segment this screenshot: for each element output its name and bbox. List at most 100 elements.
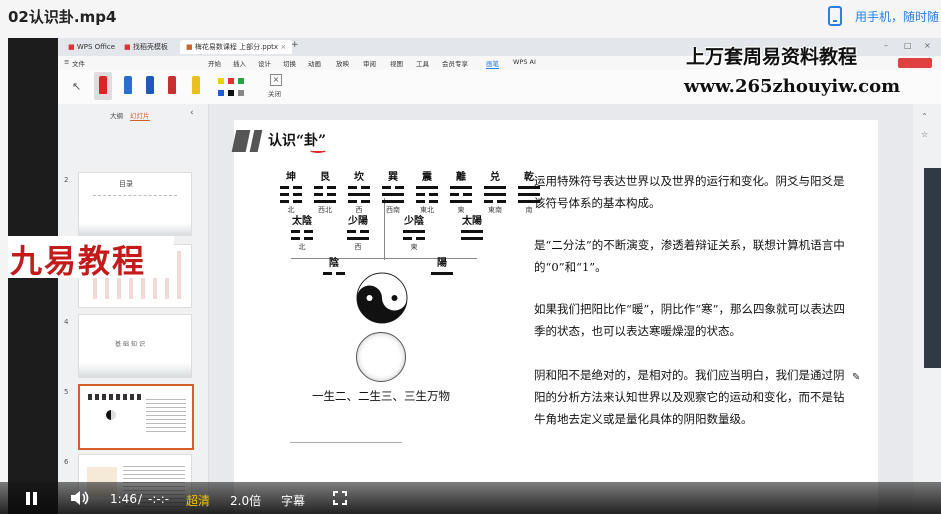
current-slide[interactable]: 认识“卦” 一生二、二生三、三生万物 运用特殊符号表达世界以及世界的运行和变化。… — [231, 120, 878, 514]
video-header: 02认识卦.mp4 用手机，随时随 — [0, 0, 941, 38]
wps-tab-home[interactable]: ■ WPS Office — [62, 40, 121, 54]
yin-line — [314, 193, 336, 196]
menu-icon[interactable]: ≡ — [64, 58, 69, 66]
four-image-name: 少陽 — [348, 216, 368, 227]
star-icon[interactable]: ☆ — [921, 130, 928, 139]
yang-line — [484, 186, 506, 189]
close-tab-icon[interactable]: × — [280, 43, 286, 51]
highlighter-icon[interactable] — [192, 76, 200, 94]
yin-line — [348, 200, 370, 203]
menu-review[interactable]: 审阅 — [363, 58, 376, 68]
four-image-0: 太陰北 — [286, 212, 318, 252]
menu-tools[interactable]: 工具 — [416, 58, 429, 68]
paragraph-3: 如果我们把阳比作“暖”，阴比作“寒”，那么四象就可以表达四季的状态，也可以表达寒… — [534, 302, 846, 338]
subtitle-button[interactable]: 字幕 — [281, 492, 305, 509]
red-pen-icon[interactable] — [99, 76, 107, 94]
divider-line — [290, 442, 402, 443]
pause-icon-bar — [33, 492, 37, 505]
pen-underline-mark — [310, 148, 326, 153]
color-swatch-yellow[interactable] — [218, 78, 224, 84]
dark-blue-pen-icon[interactable] — [146, 76, 154, 94]
wps-tab-label: WPS Office — [76, 43, 116, 51]
yang-line — [382, 200, 404, 203]
slide-thumbnail-2[interactable]: 目录 — [78, 172, 192, 236]
wps-tab-document[interactable]: ■ 梅花易数课程 上部分.pptx × — [180, 40, 293, 54]
yin-line — [280, 200, 302, 203]
color-swatch-black[interactable] — [228, 90, 234, 96]
menu-design[interactable]: 设计 — [258, 58, 271, 68]
trigram-name: 兑 — [490, 172, 500, 183]
color-swatch-green[interactable] — [238, 78, 244, 84]
fullscreen-icon[interactable] — [333, 491, 347, 505]
thumb-yinyang — [106, 410, 116, 420]
four-image-name: 太陰 — [292, 216, 312, 227]
menu-view[interactable]: 视图 — [390, 58, 403, 68]
four-image-name: 少陰 — [404, 216, 424, 227]
yin-line — [348, 186, 370, 189]
trigram-name: 離 — [456, 172, 466, 183]
menu-transition[interactable]: 切换 — [283, 58, 296, 68]
four-image-direction: 東 — [410, 243, 418, 251]
speed-button[interactable]: 2.0倍 — [230, 492, 261, 509]
menu-insert[interactable]: 插入 — [233, 58, 246, 68]
watermark-url: www.265zhouyiw.com — [684, 76, 901, 97]
wuji-circle-icon — [356, 332, 406, 382]
marker-pen-icon[interactable] — [168, 76, 176, 94]
menu-wps-ai[interactable]: WPS AI — [513, 58, 536, 66]
yang-line — [431, 272, 453, 275]
right-dark-toolbar[interactable] — [924, 168, 941, 368]
color-swatch-gray[interactable] — [238, 90, 244, 96]
yang-line — [461, 230, 483, 233]
share-button[interactable] — [898, 58, 932, 68]
wps-window: ■ WPS Office ■ 找稻壳模板 ■ 梅花易数课程 上部分.pptx ×… — [58, 38, 941, 514]
menu-pen[interactable]: 画笔 — [486, 58, 499, 69]
wps-tab-template[interactable]: ■ 找稻壳模板 — [118, 40, 174, 54]
exit-pen-icon[interactable]: × — [270, 74, 282, 86]
menu-member[interactable]: 会员专享 — [442, 58, 468, 68]
title-accent-bar-2 — [249, 130, 263, 152]
menu-home[interactable]: 开始 — [208, 58, 221, 68]
title-accent-bar — [231, 130, 251, 152]
collapse-panel-icon[interactable]: ‹ — [190, 108, 194, 118]
menu-slideshow[interactable]: 放映 — [336, 58, 349, 68]
video-title: 02认识卦.mp4 — [8, 8, 117, 26]
close-window-icon[interactable]: × — [924, 41, 931, 50]
quality-button[interactable]: 超清 — [186, 492, 210, 509]
trigram-5: 離東 — [445, 168, 477, 215]
thumb-title: 目录 — [119, 180, 133, 188]
color-swatch-blue[interactable] — [218, 90, 224, 96]
slide-thumbnail-5-selected[interactable] — [78, 384, 194, 450]
pause-icon[interactable] — [26, 492, 30, 505]
volume-icon[interactable] — [70, 490, 90, 506]
four-image-direction: 北 — [298, 243, 306, 251]
chevron-up-icon[interactable]: ⌃ — [921, 112, 928, 121]
yang-line — [347, 237, 369, 240]
new-tab-icon[interactable]: + — [291, 40, 299, 50]
trigram-0: 坤北 — [275, 168, 307, 215]
thumb-text-lines — [146, 396, 186, 432]
blue-pen-icon[interactable] — [124, 76, 132, 94]
color-swatch-red[interactable] — [228, 78, 234, 84]
exit-pen-label[interactable]: 关闭 — [268, 88, 281, 98]
phone-watch-link[interactable]: 用手机，随时随 — [855, 8, 939, 25]
thumb-number: 5 — [64, 388, 69, 396]
yin-line — [403, 237, 425, 240]
maximize-icon[interactable]: □ — [904, 41, 912, 50]
tab-slides[interactable]: 幻灯片 — [130, 110, 150, 121]
four-image-3: 太陽 — [456, 212, 488, 242]
menu-animation[interactable]: 动画 — [308, 58, 321, 68]
ppt-icon: ■ — [186, 43, 195, 51]
trigram-4: 震東北 — [411, 168, 443, 215]
minimize-icon[interactable]: – — [884, 41, 888, 50]
slide-thumbnail-panel: 大纲 幻灯片 ‹ 2 目录 3 4 基础知识 5 — [58, 104, 209, 514]
yin-line — [484, 200, 506, 203]
trigram-name: 艮 — [320, 172, 330, 183]
phone-icon[interactable] — [828, 6, 842, 26]
tab-outline[interactable]: 大纲 — [110, 110, 123, 120]
four-image-1: 少陽西 — [342, 212, 374, 252]
video-player[interactable]: ■ WPS Office ■ 找稻壳模板 ■ 梅花易数课程 上部分.pptx ×… — [8, 38, 941, 514]
pointer-icon[interactable]: ↖ — [72, 80, 81, 93]
paragraph-1: 运用特殊符号表达世界以及世界的运行和变化。阴爻与阳爻是该符号体系的基本构成。 — [534, 174, 845, 210]
slide-thumbnail-4[interactable]: 基础知识 — [78, 314, 192, 378]
menu-file[interactable]: 文件 — [72, 58, 85, 68]
